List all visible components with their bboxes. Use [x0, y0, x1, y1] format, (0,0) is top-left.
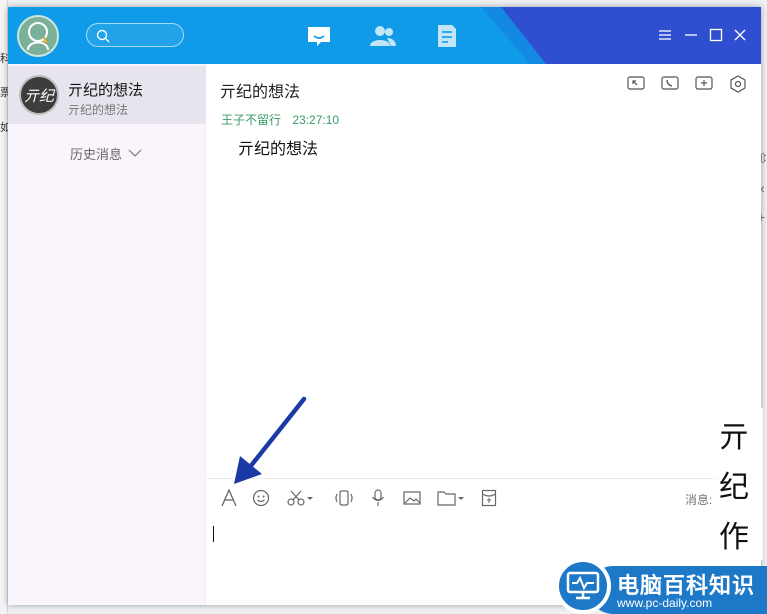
- background-window-edge: 科 票 如: [0, 0, 11, 614]
- contacts-icon: [370, 26, 396, 46]
- add-member-button[interactable]: [694, 74, 714, 94]
- message-meta: 王子不留行 23:27:10: [221, 111, 339, 128]
- history-messages-link[interactable]: 历史消息: [70, 144, 142, 163]
- document-icon: [438, 25, 456, 47]
- text-cursor: [213, 526, 214, 542]
- close-button[interactable]: [731, 26, 749, 44]
- maximize-icon: [709, 28, 723, 42]
- settings-icon: [730, 75, 746, 93]
- contact-last-message: 亓纪的想法: [68, 103, 129, 117]
- font-button[interactable]: [219, 487, 239, 509]
- chat-window: 亓纪 亓纪的想法 亓纪的想法 历史消息 亓纪的想法 王子不留行 23:27:10…: [8, 7, 761, 605]
- shake-button[interactable]: [334, 487, 354, 509]
- phone-icon: [661, 76, 679, 90]
- monitor-logo: [555, 558, 611, 614]
- image-button[interactable]: [402, 487, 422, 509]
- emoji-icon: [252, 489, 270, 507]
- minimize-button[interactable]: [682, 26, 700, 44]
- emoji-button[interactable]: [251, 487, 271, 509]
- contact-avatar: 亓纪: [19, 75, 59, 115]
- message-icon: [308, 27, 330, 46]
- watermark-char: 作: [719, 520, 749, 555]
- message-tab[interactable]: [304, 21, 334, 51]
- handwritten-watermark: 亓 纪 作: [713, 408, 763, 560]
- contact-name: 亓纪的想法: [68, 82, 144, 99]
- screen: 科 票 如 ⇳ × + 亓纪 亓纪的想法 亓纪的想法 历史消息 亓纪的想法 王子…: [0, 0, 767, 614]
- maximize-button[interactable]: [707, 26, 725, 44]
- message-text[interactable]: 亓纪的想法: [238, 135, 318, 159]
- monitor-icon: [566, 571, 600, 600]
- folder-icon: [437, 491, 464, 506]
- watermark-char: 亓: [719, 420, 749, 455]
- user-avatar[interactable]: [17, 15, 59, 57]
- message-record-hint[interactable]: 消息:: [685, 491, 712, 508]
- chat-title: 亓纪的想法: [220, 84, 301, 101]
- chevron-down-icon: [128, 149, 142, 157]
- red-packet-button[interactable]: [479, 487, 499, 509]
- voice-call-button[interactable]: [660, 74, 680, 94]
- menu-icon: [659, 30, 671, 40]
- image-icon: [403, 491, 421, 505]
- penguin-avatar-icon: [27, 22, 49, 51]
- settings-button[interactable]: [728, 74, 748, 94]
- search-icon: [96, 29, 110, 43]
- close-icon: [734, 29, 746, 41]
- search-box[interactable]: [86, 23, 184, 47]
- site-watermark-logo: 电脑百科知识 www.pc-daily.com: [555, 558, 767, 614]
- message-sender: 王子不留行: [221, 113, 282, 127]
- logo-url: www.pc-daily.com: [617, 596, 713, 610]
- microphone-icon: [372, 489, 384, 506]
- conversation-item[interactable]: 亓纪 亓纪的想法 亓纪的想法: [8, 66, 206, 124]
- contacts-tab[interactable]: [368, 21, 398, 51]
- conversation-sidebar: 亓纪 亓纪的想法 亓纪的想法 历史消息: [8, 64, 206, 605]
- screenshot-button[interactable]: [285, 487, 315, 509]
- history-messages-label: 历史消息: [70, 147, 123, 162]
- font-icon: [221, 489, 237, 507]
- shake-icon: [335, 490, 353, 506]
- apps-tab[interactable]: [432, 21, 462, 51]
- screenshot-icon: [287, 490, 313, 506]
- message-time: 23:27:10: [292, 113, 340, 127]
- annotation-arrow: [234, 396, 307, 484]
- voice-message-button[interactable]: [368, 487, 388, 509]
- chat-header: 亓纪的想法: [207, 64, 761, 112]
- folder-button[interactable]: [436, 487, 466, 509]
- menu-button[interactable]: [656, 26, 674, 44]
- title-bar[interactable]: [8, 7, 761, 64]
- redpacket-icon: [481, 489, 497, 507]
- watermark-char: 纪: [719, 470, 749, 505]
- screen-share-button[interactable]: [626, 74, 646, 94]
- minimize-icon: [685, 34, 697, 36]
- add-icon: [695, 76, 713, 90]
- screen-share-icon: [627, 76, 645, 90]
